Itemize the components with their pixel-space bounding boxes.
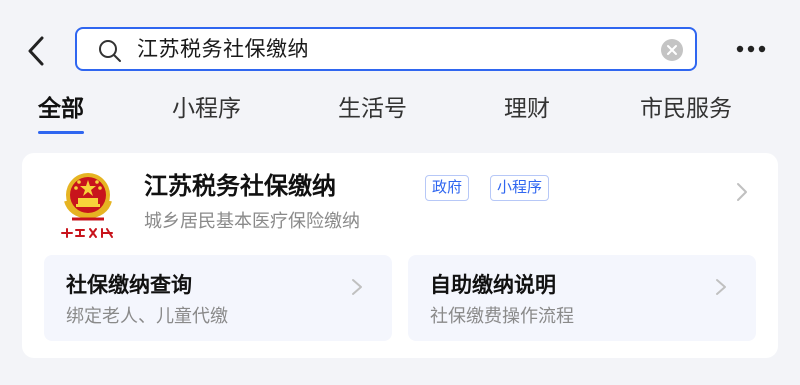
search-icon: [99, 40, 121, 62]
service-self-payment-guide[interactable]: 自助缴纳说明 社保缴费操作流程: [408, 255, 756, 341]
active-tab-indicator: [38, 131, 84, 134]
service-description: 社保缴费操作流程: [430, 306, 574, 327]
chevron-right-icon: [737, 183, 747, 201]
tab-citizen-services-label: 市民服务: [640, 96, 732, 122]
chevron-right-icon: [716, 279, 726, 295]
tab-finance-label: 理财: [504, 96, 550, 122]
result-subtitle: 城乡居民基本医疗保险缴纳: [144, 211, 360, 232]
tag-government: 政府: [425, 175, 470, 201]
search-query-text: 江苏税务社保缴纳: [137, 37, 309, 61]
tax-emblem-logo: [58, 173, 118, 239]
clear-icon[interactable]: [661, 39, 683, 61]
tab-life-account-label: 生活号: [338, 96, 407, 122]
tab-mini-program[interactable]: 小程序: [172, 92, 241, 126]
tab-bar: 全部 小程序 生活号 理财 市民服务: [0, 92, 800, 134]
tab-life-account[interactable]: 生活号: [338, 92, 407, 126]
tab-all-label: 全部: [38, 96, 84, 122]
tag-mini-program: 小程序: [490, 175, 550, 201]
service-description: 绑定老人、儿童代缴: [66, 306, 228, 327]
service-title: 自助缴纳说明: [430, 273, 556, 297]
service-social-insurance-query[interactable]: 社保缴纳查询 绑定老人、儿童代缴: [44, 255, 392, 341]
tab-mini-program-label: 小程序: [172, 96, 241, 122]
tab-citizen-services[interactable]: 市民服务: [640, 92, 732, 126]
tab-finance[interactable]: 理财: [504, 92, 550, 126]
more-button[interactable]: [734, 36, 768, 62]
tab-all[interactable]: 全部: [38, 92, 84, 134]
back-button[interactable]: [22, 34, 52, 68]
chevron-right-icon: [352, 279, 362, 295]
more-icon: [736, 45, 766, 53]
result-card[interactable]: 江苏税务社保缴纳 政府 小程序 城乡居民基本医疗保险缴纳 社保缴纳查询 绑定老人…: [22, 153, 778, 358]
result-title: 江苏税务社保缴纳: [144, 172, 336, 200]
service-title: 社保缴纳查询: [66, 273, 192, 297]
chevron-left-icon: [28, 36, 44, 66]
search-input[interactable]: 江苏税务社保缴纳: [75, 27, 697, 71]
